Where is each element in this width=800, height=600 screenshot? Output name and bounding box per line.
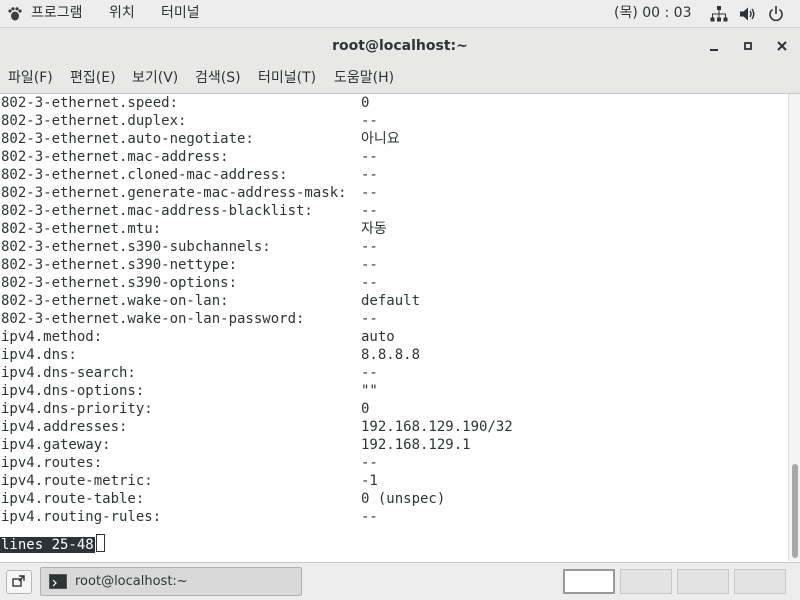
- property-value: default: [361, 293, 421, 309]
- applications-menu[interactable]: 프로그램: [31, 0, 83, 27]
- terminal-output[interactable]: 802-3-ethernet.speed: 0 802-3-ethernet.du…: [0, 94, 788, 561]
- terminal-app-menu[interactable]: 터미널: [161, 0, 200, 27]
- property-value: 192.168.129.1: [361, 437, 471, 453]
- bottom-panel: root@localhost:~: [0, 562, 800, 600]
- menu-edit[interactable]: 편집(E): [70, 64, 116, 93]
- property-name: 802-3-ethernet.mac-address-blacklist:: [1, 203, 313, 219]
- property-name: ipv4.method:: [1, 329, 103, 345]
- property-value: -1: [361, 473, 378, 489]
- workspace-1[interactable]: [563, 569, 615, 594]
- property-name: ipv4.dns-search:: [1, 365, 136, 381]
- workspace-3[interactable]: [677, 569, 729, 594]
- network-icon[interactable]: [710, 5, 728, 23]
- property-name: 802-3-ethernet.mac-address:: [1, 149, 229, 165]
- property-name: ipv4.routes:: [1, 455, 103, 471]
- terminal-icon: [49, 574, 67, 589]
- property-name: 802-3-ethernet.wake-on-lan-password:: [1, 311, 305, 327]
- menu-view[interactable]: 보기(V): [132, 64, 178, 93]
- property-name: 802-3-ethernet.s390-subchannels:: [1, 239, 271, 255]
- property-name: 802-3-ethernet.cloned-mac-address:: [1, 167, 288, 183]
- menu-terminal[interactable]: 터미널(T): [258, 64, 316, 93]
- power-icon[interactable]: [767, 5, 785, 23]
- property-name: 802-3-ethernet.s390-nettype:: [1, 257, 238, 273]
- property-value: --: [361, 113, 378, 129]
- property-name: 802-3-ethernet.speed:: [1, 95, 179, 111]
- scrollbar-thumb[interactable]: [792, 464, 798, 558]
- workspace-2[interactable]: [620, 569, 672, 594]
- close-icon[interactable]: [773, 37, 791, 55]
- property-value: 0 (unspec): [361, 491, 446, 507]
- property-value: --: [361, 167, 378, 183]
- property-name: ipv4.dns-options:: [1, 383, 145, 399]
- top-panel: 프로그램 위치 터미널 (목) 00 : 03: [0, 0, 800, 28]
- property-name: ipv4.dns-priority:: [1, 401, 153, 417]
- property-name: 802-3-ethernet.generate-mac-address-mask…: [1, 185, 347, 201]
- property-value: --: [361, 185, 378, 201]
- menu-bar: 파일(F) 편집(E) 보기(V) 검색(S) 터미널(T) 도움말(H): [0, 64, 800, 94]
- menu-file[interactable]: 파일(F): [8, 64, 53, 93]
- property-name: ipv4.route-table:: [1, 491, 145, 507]
- property-name: 802-3-ethernet.mtu:: [1, 221, 162, 237]
- workspace-4[interactable]: [734, 569, 786, 594]
- text-cursor: [95, 534, 105, 552]
- property-value: 0: [361, 95, 370, 111]
- property-value: --: [361, 311, 378, 327]
- pager-status-text: lines 25-48: [0, 537, 95, 553]
- property-name: 802-3-ethernet.s390-options:: [1, 275, 238, 291]
- property-value: --: [361, 257, 378, 273]
- property-value: --: [361, 239, 378, 255]
- property-value: auto: [361, 329, 395, 345]
- property-name: ipv4.dns:: [1, 347, 77, 363]
- property-name: ipv4.addresses:: [1, 419, 128, 435]
- show-desktop-icon: [12, 575, 25, 587]
- menu-help[interactable]: 도움말(H): [334, 64, 394, 93]
- volume-icon[interactable]: [738, 5, 756, 23]
- taskbar-window-button[interactable]: root@localhost:~: [40, 567, 302, 596]
- show-desktop-button[interactable]: [6, 570, 32, 594]
- property-value: 192.168.129.190/32: [361, 419, 513, 435]
- property-value: 아니요: [361, 131, 400, 147]
- property-value: 자동: [361, 221, 387, 237]
- property-name: ipv4.gateway:: [1, 437, 111, 453]
- property-name: 802-3-ethernet.duplex:: [1, 113, 187, 129]
- property-value: --: [361, 149, 378, 165]
- property-value: --: [361, 275, 378, 291]
- window-title: root@localhost:~: [332, 38, 468, 54]
- menu-search[interactable]: 검색(S): [195, 64, 241, 93]
- window-titlebar[interactable]: root@localhost:~: [0, 28, 800, 64]
- property-name: ipv4.routing-rules:: [1, 509, 162, 525]
- property-value: --: [361, 455, 378, 471]
- maximize-icon[interactable]: [739, 37, 757, 55]
- property-value: --: [361, 365, 378, 381]
- property-name: 802-3-ethernet.auto-negotiate:: [1, 131, 254, 147]
- clock[interactable]: (목) 00 : 03: [614, 0, 692, 27]
- property-name: 802-3-ethernet.wake-on-lan:: [1, 293, 229, 309]
- taskbar-window-label: root@localhost:~: [75, 574, 188, 589]
- terminal-scrollbar[interactable]: [788, 94, 800, 561]
- property-value: "": [361, 383, 378, 399]
- property-name: ipv4.route-metric:: [1, 473, 153, 489]
- property-value: --: [361, 203, 378, 219]
- pager-status: lines 25-48: [0, 534, 105, 553]
- property-value: 0: [361, 401, 370, 417]
- places-menu[interactable]: 위치: [109, 0, 135, 27]
- minimize-icon[interactable]: [705, 37, 723, 55]
- property-value: --: [361, 509, 378, 525]
- property-value: 8.8.8.8: [361, 347, 421, 363]
- foot-icon[interactable]: [7, 6, 23, 22]
